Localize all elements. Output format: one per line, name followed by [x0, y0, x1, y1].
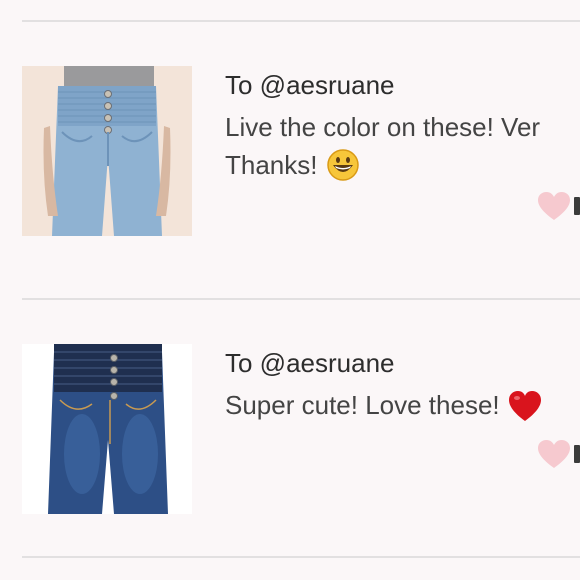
red-heart-icon: [508, 390, 542, 432]
heart-icon[interactable]: [537, 439, 571, 469]
comment-line: Super cute! Love these!: [225, 386, 580, 432]
review-comment: Super cute! Love these!: [225, 386, 580, 432]
heart-icon[interactable]: [537, 191, 571, 221]
divider-bottom: [22, 556, 580, 558]
like-count: [574, 445, 580, 463]
review-comment: Live the color on these! Ver Thanks!: [225, 108, 580, 192]
comment-text: Super cute! Love these!: [225, 390, 500, 420]
product-photo[interactable]: [22, 66, 192, 236]
review-recipient[interactable]: To @aesruane: [225, 348, 395, 379]
comment-text: Thanks!: [225, 150, 318, 180]
product-photo[interactable]: [22, 344, 192, 514]
divider-middle: [22, 298, 580, 300]
comment-line: Thanks!: [225, 146, 580, 192]
comment-line: Live the color on these! Ver: [225, 112, 541, 142]
review-item[interactable]: To @aesruane Live the color on these! Ve…: [0, 66, 580, 246]
grinning-face-icon: [326, 148, 360, 192]
divider-top: [22, 20, 580, 22]
like-count: [574, 197, 580, 215]
review-recipient[interactable]: To @aesruane: [225, 70, 395, 101]
review-item[interactable]: To @aesruane Super cute! Love these!: [0, 344, 580, 524]
